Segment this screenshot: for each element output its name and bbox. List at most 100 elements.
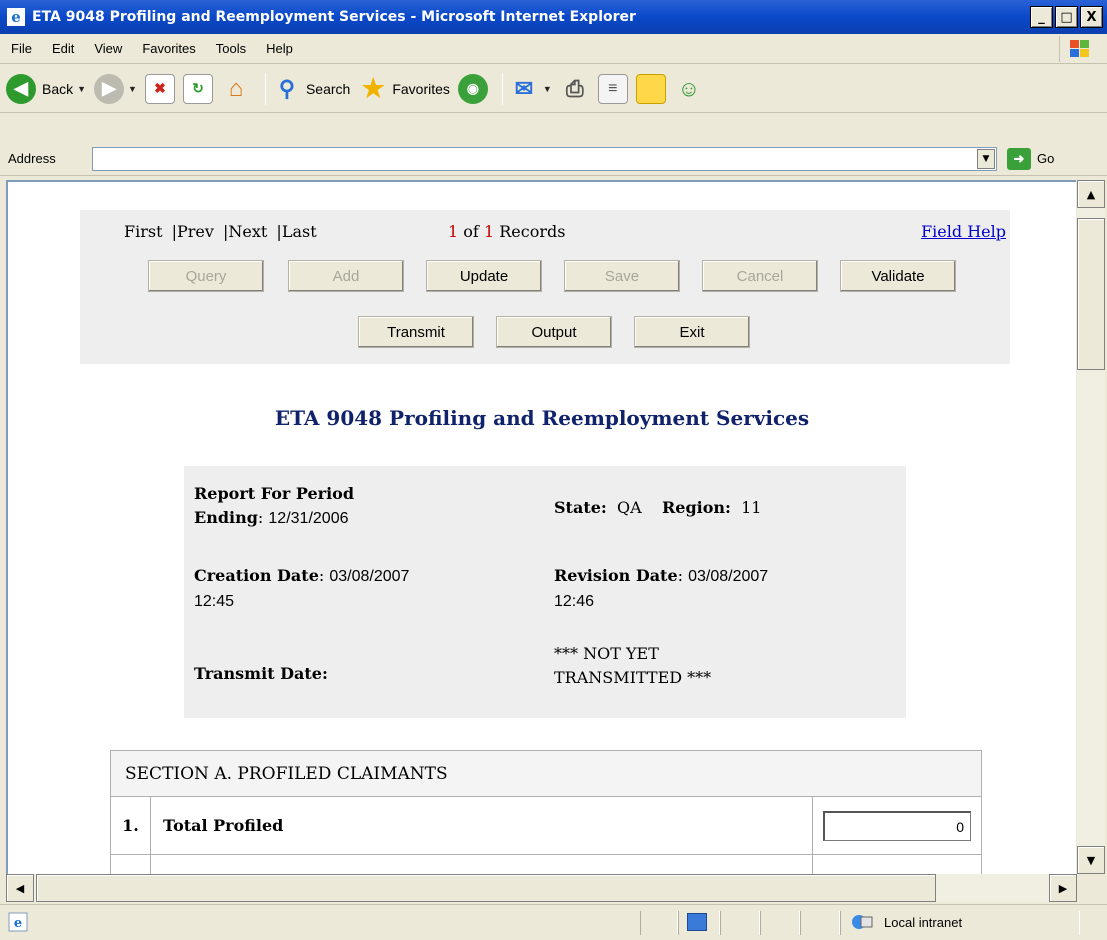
search-icon: ⚲ bbox=[278, 75, 296, 101]
media-button[interactable]: ◉ bbox=[457, 73, 488, 104]
menu-bar: File Edit View Favorites Tools Help bbox=[0, 34, 1107, 64]
field-help-link[interactable]: Field Help bbox=[921, 222, 1006, 241]
page-status-icon: e bbox=[8, 912, 28, 932]
minimize-button[interactable]: _ bbox=[1030, 6, 1053, 28]
menu-tools[interactable]: Tools bbox=[206, 41, 256, 56]
scroll-up-icon[interactable]: ▲ bbox=[1077, 180, 1105, 208]
output-button[interactable]: Output bbox=[496, 316, 612, 348]
transmit-date: Transmit Date: bbox=[194, 662, 328, 686]
vertical-scrollbar[interactable]: ▲ ▼ bbox=[1077, 180, 1105, 874]
search-button[interactable]: ⚲ Search bbox=[272, 74, 350, 104]
svg-text:e: e bbox=[14, 916, 22, 931]
address-bar: Address ▼ ➜ Go bbox=[0, 142, 1107, 176]
note-icon bbox=[635, 73, 666, 104]
revision-date: Revision Date: 03/08/2007 12:46 bbox=[554, 566, 769, 610]
record-current: 1 bbox=[448, 222, 459, 241]
stop-button[interactable]: ✖ bbox=[144, 73, 175, 104]
report-period-label-1: Report For Period bbox=[194, 484, 355, 503]
vertical-scroll-thumb[interactable] bbox=[1077, 218, 1105, 370]
record-total: 1 bbox=[483, 222, 495, 241]
add-button[interactable]: Add bbox=[288, 260, 404, 292]
record-label: Records bbox=[499, 222, 566, 241]
cancel-button[interactable]: Cancel bbox=[702, 260, 818, 292]
address-dropdown-icon[interactable]: ▼ bbox=[977, 148, 995, 169]
title-bar: e ETA 9048 Profiling and Reemployment Se… bbox=[0, 0, 1107, 34]
windows-flag-icon bbox=[1059, 36, 1099, 62]
back-dropdown-icon: ▼ bbox=[77, 83, 87, 94]
menu-file[interactable]: File bbox=[0, 41, 42, 56]
nav-first[interactable]: First bbox=[124, 222, 163, 241]
validate-button[interactable]: Validate bbox=[840, 260, 956, 292]
messenger-icon: ☺ bbox=[677, 75, 701, 101]
scroll-down-icon[interactable]: ▼ bbox=[1077, 846, 1105, 874]
scroll-left-icon[interactable]: ◀ bbox=[6, 874, 34, 902]
nav-next[interactable]: |Next bbox=[223, 222, 267, 241]
report-period-label-2: Ending bbox=[194, 508, 258, 527]
messenger-button[interactable]: ☺ bbox=[674, 74, 704, 104]
edit-button[interactable]: ≡ bbox=[597, 73, 628, 104]
menu-edit[interactable]: Edit bbox=[42, 41, 84, 56]
search-label: Search bbox=[305, 80, 351, 97]
forward-dropdown-icon: ▼ bbox=[128, 83, 137, 94]
report-period: Report For Period Ending: 12/31/2006 bbox=[194, 484, 355, 527]
favorites-label: Favorites bbox=[392, 80, 450, 97]
home-button[interactable]: ⌂ bbox=[221, 74, 251, 104]
scrollbar-corner bbox=[1077, 874, 1105, 902]
back-button[interactable]: ◀ Back ▼ bbox=[6, 73, 87, 104]
home-icon: ⌂ bbox=[228, 74, 244, 102]
close-button[interactable]: X bbox=[1080, 6, 1103, 28]
mail-dropdown-icon: ▼ bbox=[542, 83, 552, 94]
row-number bbox=[111, 855, 151, 874]
menu-help[interactable]: Help bbox=[256, 41, 303, 56]
page-title: ETA 9048 Profiling and Reemployment Serv… bbox=[274, 406, 810, 430]
sync-icon bbox=[687, 913, 707, 931]
horizontal-scroll-thumb[interactable] bbox=[36, 874, 936, 902]
svg-text:e: e bbox=[11, 8, 21, 26]
transmit-label: Transmit Date: bbox=[194, 664, 328, 683]
favorites-button[interactable]: ★ Favorites bbox=[358, 73, 450, 104]
horizontal-scrollbar[interactable]: ◀ ▶ bbox=[6, 874, 1077, 902]
back-label: Back bbox=[42, 80, 74, 97]
media-icon: ◉ bbox=[457, 73, 488, 104]
edit-icon: ≡ bbox=[597, 73, 628, 104]
save-button[interactable]: Save bbox=[564, 260, 680, 292]
creation-value-date: 03/08/2007 bbox=[329, 568, 410, 585]
print-button[interactable]: ⎙ bbox=[560, 74, 590, 104]
standard-toolbar: ◀ Back ▼ ▶ ▼ ✖ ↻ ⌂ ⚲ Search ★ Favorites … bbox=[0, 65, 1107, 113]
discuss-button[interactable] bbox=[635, 73, 666, 104]
creation-date: Creation Date: 03/08/2007 12:45 bbox=[194, 566, 410, 610]
address-input[interactable]: ▼ bbox=[92, 146, 997, 171]
back-arrow-icon: ◀ bbox=[6, 73, 36, 104]
status-segment bbox=[800, 911, 840, 935]
refresh-button[interactable]: ↻ bbox=[182, 73, 213, 104]
total-profiled-input[interactable]: 0 bbox=[823, 810, 971, 841]
query-button[interactable]: Query bbox=[148, 260, 264, 292]
region-label: Region: bbox=[661, 498, 731, 517]
revision-label: Revision Date bbox=[554, 566, 678, 585]
refresh-icon: ↻ bbox=[182, 73, 213, 104]
printer-icon: ⎙ bbox=[566, 75, 584, 101]
transmit-status-line-1: *** NOT YET bbox=[554, 644, 659, 663]
row-label bbox=[151, 855, 813, 874]
menu-favorites[interactable]: Favorites bbox=[132, 41, 205, 56]
mail-button[interactable]: ✉ ▼ bbox=[509, 74, 552, 104]
transmit-button[interactable]: Transmit bbox=[358, 316, 474, 348]
report-info-panel: Report For Period Ending: 12/31/2006 Sta… bbox=[184, 466, 906, 718]
go-button[interactable]: ➜ Go bbox=[1007, 147, 1054, 170]
record-of: of bbox=[463, 222, 479, 241]
forward-button[interactable]: ▶ ▼ bbox=[94, 73, 137, 104]
table-row bbox=[111, 855, 981, 874]
maximize-button[interactable]: □ bbox=[1055, 6, 1078, 28]
exit-button[interactable]: Exit bbox=[634, 316, 750, 348]
nav-prev[interactable]: |Prev bbox=[172, 222, 214, 241]
nav-last[interactable]: |Last bbox=[276, 222, 316, 241]
update-button[interactable]: Update bbox=[426, 260, 542, 292]
star-icon: ★ bbox=[361, 73, 385, 103]
menu-view[interactable]: View bbox=[84, 41, 132, 56]
toolbar-separator bbox=[501, 72, 503, 105]
state-label: State: bbox=[554, 498, 607, 517]
scroll-right-icon[interactable]: ▶ bbox=[1049, 874, 1077, 902]
record-navigation-panel: First |Prev |Next |Last 1 of 1 Records F… bbox=[80, 210, 1010, 364]
state-value: QA bbox=[616, 498, 642, 517]
status-bar: e Local intranet bbox=[0, 904, 1107, 940]
